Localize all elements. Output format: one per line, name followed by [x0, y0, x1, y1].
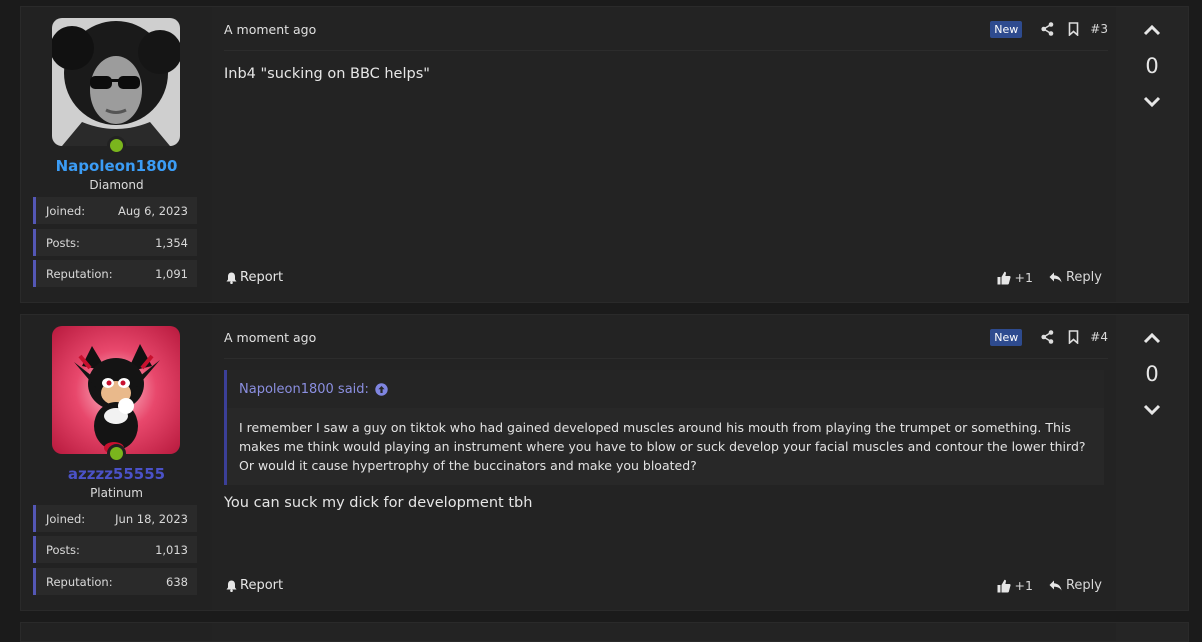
- downvote-icon[interactable]: [1141, 403, 1163, 417]
- arrow-up-circle-icon[interactable]: [375, 382, 388, 396]
- stat-joined: Joined: Jun 18, 2023: [33, 505, 197, 532]
- stat-value: 1,354: [155, 235, 188, 250]
- like-count[interactable]: +1: [1015, 578, 1033, 593]
- share-icon[interactable]: [1034, 20, 1060, 38]
- stat-reputation: Reputation: 638: [33, 568, 197, 595]
- user-title: Platinum: [90, 486, 143, 500]
- upvote-icon[interactable]: [1141, 331, 1163, 345]
- vote-score: 0: [1145, 362, 1159, 386]
- stat-label: Reputation:: [46, 574, 113, 589]
- user-info: azzzz55555 Platinum Joined: Jun 18, 2023…: [21, 315, 213, 610]
- post-footer-actions: +1 Reply: [997, 578, 1102, 593]
- reply-icon: [1049, 272, 1062, 283]
- stat-value: 1,091: [155, 266, 188, 281]
- post-number[interactable]: #4: [1090, 330, 1108, 344]
- new-badge: New: [990, 20, 1023, 38]
- downvote-icon[interactable]: [1141, 95, 1163, 109]
- stat-value: 1,013: [155, 542, 188, 557]
- post-message: You can suck my dick for development tbh: [224, 495, 533, 511]
- reply-button[interactable]: Reply: [1066, 578, 1102, 593]
- vote-panel: 0: [1116, 7, 1188, 302]
- post-header-actions: New #4: [990, 328, 1108, 346]
- post-timestamp[interactable]: A moment ago: [224, 330, 316, 345]
- stat-label: Reputation:: [46, 266, 113, 281]
- stat-label: Joined:: [46, 203, 86, 218]
- stat-value: 638: [166, 574, 188, 589]
- online-indicator: [107, 444, 126, 463]
- new-badge: New: [990, 328, 1023, 346]
- stat-label: Posts:: [46, 542, 80, 557]
- bookmark-icon[interactable]: [1060, 328, 1086, 346]
- like-count[interactable]: +1: [1015, 270, 1033, 285]
- post: [20, 622, 1189, 642]
- bell-icon: [226, 580, 237, 592]
- post: Napoleon1800 Diamond Joined: Aug 6, 2023…: [20, 6, 1189, 303]
- quote-block: Napoleon1800 said: I remember I saw a gu…: [224, 370, 1104, 485]
- thumbs-up-icon[interactable]: [997, 271, 1011, 285]
- user-info: [21, 623, 213, 641]
- report-button[interactable]: Report: [226, 578, 283, 593]
- post-timestamp[interactable]: A moment ago: [224, 22, 316, 37]
- online-indicator: [107, 136, 126, 155]
- stat-label: Posts:: [46, 235, 80, 250]
- stat-reputation: Reputation: 1,091: [33, 260, 197, 287]
- thumbs-up-icon[interactable]: [997, 579, 1011, 593]
- post: azzzz55555 Platinum Joined: Jun 18, 2023…: [20, 314, 1189, 611]
- quote-author[interactable]: Napoleon1800 said:: [239, 382, 369, 397]
- post-footer-actions: +1 Reply: [997, 270, 1102, 285]
- divider: [224, 50, 1108, 51]
- report-label: Report: [240, 578, 284, 593]
- quote-header[interactable]: Napoleon1800 said:: [227, 370, 1104, 408]
- reply-icon: [1049, 580, 1062, 591]
- reply-button[interactable]: Reply: [1066, 270, 1102, 285]
- stat-posts: Posts: 1,013: [33, 536, 197, 563]
- bell-icon: [226, 272, 237, 284]
- quote-text: I remember I saw a guy on tiktok who had…: [239, 420, 1086, 473]
- post-message: Inb4 "sucking on BBC helps": [224, 66, 430, 82]
- stat-value: Aug 6, 2023: [117, 203, 188, 218]
- user-info: Napoleon1800 Diamond Joined: Aug 6, 2023…: [21, 7, 213, 302]
- avatar[interactable]: [52, 326, 180, 454]
- stat-posts: Posts: 1,354: [33, 229, 197, 256]
- post-number[interactable]: #3: [1090, 22, 1108, 36]
- post-content: [212, 623, 1116, 641]
- stat-value: Jun 18, 2023: [115, 511, 188, 526]
- report-label: Report: [240, 270, 284, 285]
- post-content: A moment ago New #4 Napoleon1800 said: I…: [212, 315, 1116, 610]
- share-icon[interactable]: [1034, 328, 1060, 346]
- bookmark-icon[interactable]: [1060, 20, 1086, 38]
- username[interactable]: Napoleon1800: [21, 157, 212, 175]
- vote-score: 0: [1145, 54, 1159, 78]
- username[interactable]: azzzz55555: [21, 465, 212, 483]
- report-button[interactable]: Report: [226, 270, 283, 285]
- divider: [224, 358, 1108, 359]
- post-header-actions: New #3: [990, 20, 1108, 38]
- vote-panel: [1116, 623, 1188, 641]
- user-title: Diamond: [89, 178, 144, 192]
- upvote-icon[interactable]: [1141, 23, 1163, 37]
- stat-label: Joined:: [46, 511, 86, 526]
- stat-joined: Joined: Aug 6, 2023: [33, 197, 197, 224]
- avatar[interactable]: [52, 18, 180, 146]
- vote-panel: 0: [1116, 315, 1188, 610]
- post-content: A moment ago New #3 Inb4 "sucking on BBC…: [212, 7, 1116, 302]
